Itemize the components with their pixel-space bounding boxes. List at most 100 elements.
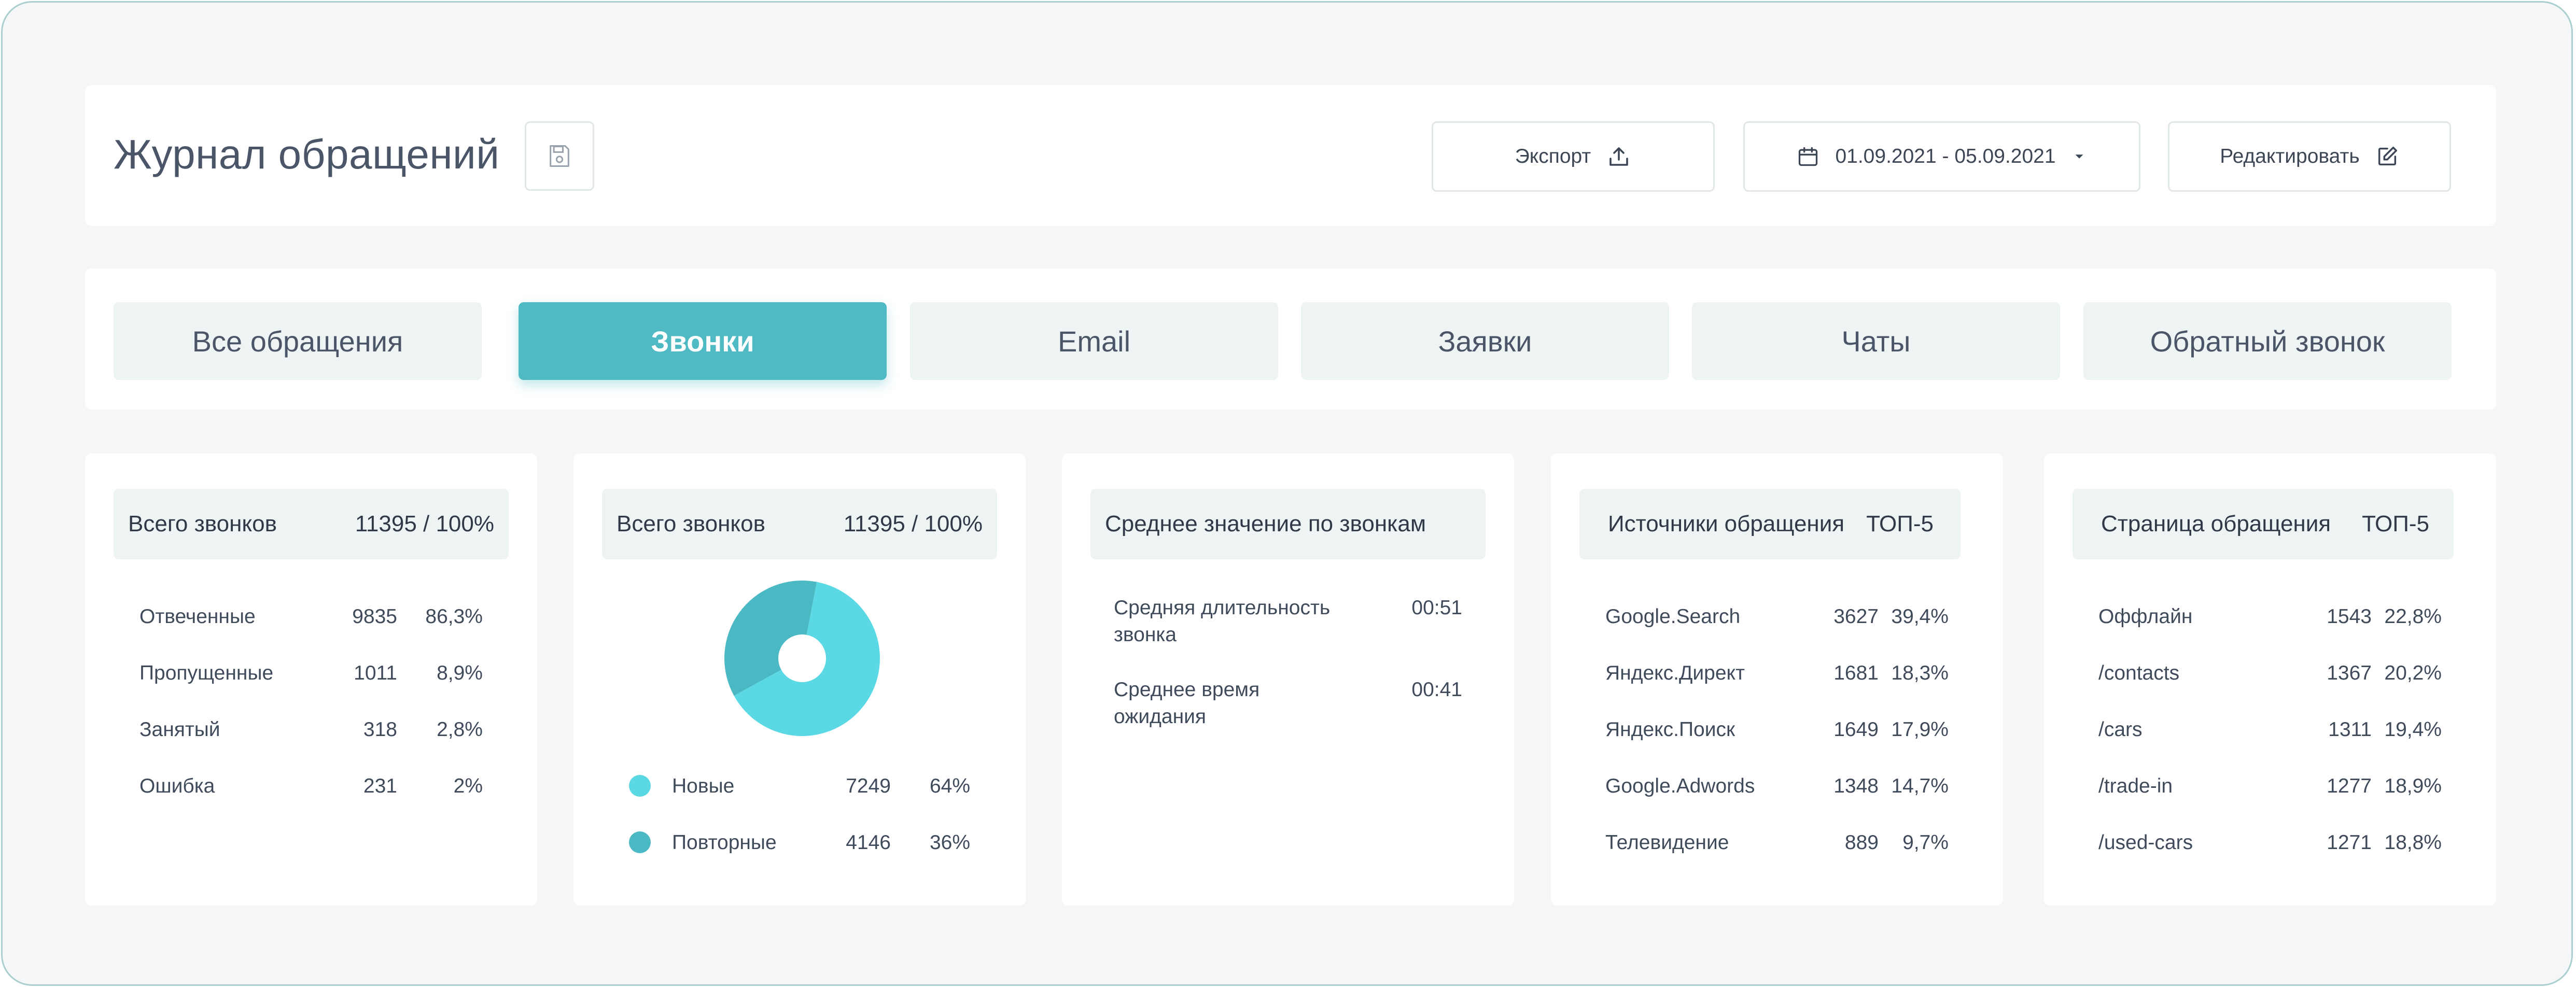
row-percent: 2,8% bbox=[437, 718, 483, 741]
row-count: 1681 bbox=[1833, 662, 1879, 684]
row-label: Телевидение bbox=[1605, 831, 1729, 854]
row-value: 00:41 bbox=[1411, 679, 1462, 701]
row-label: /cars bbox=[2098, 718, 2143, 741]
list-item: Google.Adwords 1348 14,7% bbox=[1551, 775, 2003, 806]
tab-calls[interactable]: Звонки bbox=[519, 302, 887, 380]
row-label: Средняя длительность звонка bbox=[1114, 597, 1331, 646]
row-percent: 39,4% bbox=[1891, 605, 1949, 628]
list-item: /used-cars 1271 18,8% bbox=[2044, 831, 2496, 863]
legend-label: Повторные bbox=[672, 831, 777, 854]
page-title: Журнал обращений bbox=[114, 131, 500, 177]
row-percent: 2% bbox=[453, 775, 483, 797]
list-item: Среднее время ожидания 00:41 bbox=[1062, 676, 1514, 733]
list-item: Google.Search 3627 39,4% bbox=[1551, 605, 2003, 637]
row-count: 1011 bbox=[354, 662, 397, 684]
save-icon bbox=[550, 145, 569, 167]
legend-dot-new bbox=[629, 775, 651, 797]
edit-icon bbox=[2378, 147, 2397, 166]
tab-all[interactable]: Все обращения bbox=[114, 302, 482, 380]
caret-down-icon bbox=[2075, 154, 2083, 159]
row-count: 1277 bbox=[2327, 775, 2372, 797]
card-header: Всего звонков 11395 / 100% bbox=[602, 489, 997, 559]
row-label: Google.Adwords bbox=[1605, 775, 1755, 797]
pages-card: Страница обращения ТОП-5 Оффлайн 1543 22… bbox=[2044, 454, 2496, 906]
list-item: Ошибка 231 2% bbox=[85, 775, 537, 806]
row-percent: 86,3% bbox=[425, 605, 483, 628]
row-count: 889 bbox=[1844, 831, 1879, 854]
averages-card: Среднее значение по звонкам Средняя длит… bbox=[1062, 454, 1514, 906]
row-percent: 18,3% bbox=[1891, 662, 1949, 684]
tabs-panel: Все обращения Звонки Email Заявки Чаты О… bbox=[85, 269, 2496, 409]
list-item: Пропущенные 1011 8,9% bbox=[85, 662, 537, 693]
legend-dot-repeat bbox=[629, 831, 651, 853]
card-total: 11395 / 100% bbox=[355, 511, 494, 536]
sources-card: Источники обращения ТОП-5 Google.Search … bbox=[1551, 454, 2003, 906]
row-count: 1271 bbox=[2327, 831, 2372, 854]
card-title: Источники обращения bbox=[1608, 511, 1845, 536]
row-percent: 17,9% bbox=[1891, 718, 1949, 741]
row-count: 1348 bbox=[1833, 775, 1879, 797]
row-percent: 22,8% bbox=[2384, 605, 2442, 628]
row-label: Пропущенные bbox=[139, 662, 274, 684]
row-percent: 9,7% bbox=[1902, 831, 1949, 854]
calendar-icon bbox=[1799, 147, 1818, 166]
edit-label: Редактировать bbox=[2220, 145, 2360, 167]
calls-summary-card: Всего звонков 11395 / 100% Отвеченные 98… bbox=[85, 454, 537, 906]
legend-percent: 64% bbox=[929, 775, 970, 797]
row-percent: 8,9% bbox=[437, 662, 483, 684]
list-item: Яндекс.Поиск 1649 17,9% bbox=[1551, 718, 2003, 750]
list-item: Телевидение 889 9,7% bbox=[1551, 831, 2003, 863]
card-title: Страница обращения bbox=[2101, 511, 2331, 536]
legend-label: Новые bbox=[672, 775, 735, 797]
card-title: Всего звонков bbox=[128, 511, 277, 536]
row-count: 1367 bbox=[2327, 662, 2372, 684]
legend-item: Новые 7249 64% bbox=[573, 775, 1026, 806]
row-label: Среднее время ожидания bbox=[1114, 679, 1260, 728]
card-badge: ТОП-5 bbox=[2362, 511, 2430, 536]
row-count: 3627 bbox=[1833, 605, 1879, 628]
save-button[interactable] bbox=[525, 121, 594, 191]
row-label: /used-cars bbox=[2098, 831, 2193, 854]
row-label: /trade-in bbox=[2098, 775, 2173, 797]
row-count: 9835 bbox=[352, 605, 397, 628]
list-item: /contacts 1367 20,2% bbox=[2044, 662, 2496, 693]
row-percent: 18,8% bbox=[2384, 831, 2442, 854]
card-title: Среднее значение по звонкам bbox=[1105, 511, 1426, 536]
list-item: /trade-in 1277 18,9% bbox=[2044, 775, 2496, 806]
row-label: Google.Search bbox=[1605, 605, 1741, 628]
card-title: Всего звонков bbox=[617, 511, 766, 536]
card-header: Страница обращения ТОП-5 bbox=[2073, 489, 2454, 559]
export-button[interactable]: Экспорт bbox=[1432, 121, 1715, 192]
card-header: Среднее значение по звонкам bbox=[1090, 489, 1486, 559]
legend-percent: 36% bbox=[929, 831, 970, 854]
tab-email[interactable]: Email bbox=[910, 302, 1278, 380]
row-label: Яндекс.Поиск bbox=[1605, 718, 1735, 741]
tab-chats[interactable]: Чаты bbox=[1692, 302, 2060, 380]
donut-chart bbox=[724, 581, 880, 736]
row-count: 231 bbox=[363, 775, 397, 797]
app-frame: Журнал обращений Экспорт 01.09.2021 - 05… bbox=[1, 1, 2573, 986]
row-value: 00:51 bbox=[1411, 597, 1462, 619]
row-count: 1543 bbox=[2327, 605, 2372, 628]
export-label: Экспорт bbox=[1515, 145, 1591, 167]
date-range-picker[interactable]: 01.09.2021 - 05.09.2021 bbox=[1743, 121, 2140, 192]
upload-icon bbox=[1609, 147, 1629, 166]
card-total: 11395 / 100% bbox=[843, 511, 983, 536]
row-percent: 14,7% bbox=[1891, 775, 1949, 797]
tab-requests[interactable]: Заявки bbox=[1301, 302, 1669, 380]
list-item: Оффлайн 1543 22,8% bbox=[2044, 605, 2496, 637]
row-percent: 19,4% bbox=[2384, 718, 2442, 741]
legend-count: 7249 bbox=[846, 775, 891, 797]
card-badge: ТОП-5 bbox=[1866, 511, 1934, 536]
row-label: Отвеченные bbox=[139, 605, 256, 628]
row-label: Занятый bbox=[139, 718, 220, 741]
card-header: Источники обращения ТОП-5 bbox=[1579, 489, 1961, 559]
list-item: Средняя длительность звонка 00:51 bbox=[1062, 595, 1514, 652]
row-label: Ошибка bbox=[139, 775, 215, 797]
tab-callback[interactable]: Обратный звонок bbox=[2083, 302, 2452, 380]
header-panel: Журнал обращений Экспорт 01.09.2021 - 05… bbox=[85, 85, 2496, 226]
list-item: Отвеченные 9835 86,3% bbox=[85, 605, 537, 637]
list-item: Яндекс.Директ 1681 18,3% bbox=[1551, 662, 2003, 693]
row-label: /contacts bbox=[2098, 662, 2180, 684]
edit-button[interactable]: Редактировать bbox=[2168, 121, 2451, 192]
